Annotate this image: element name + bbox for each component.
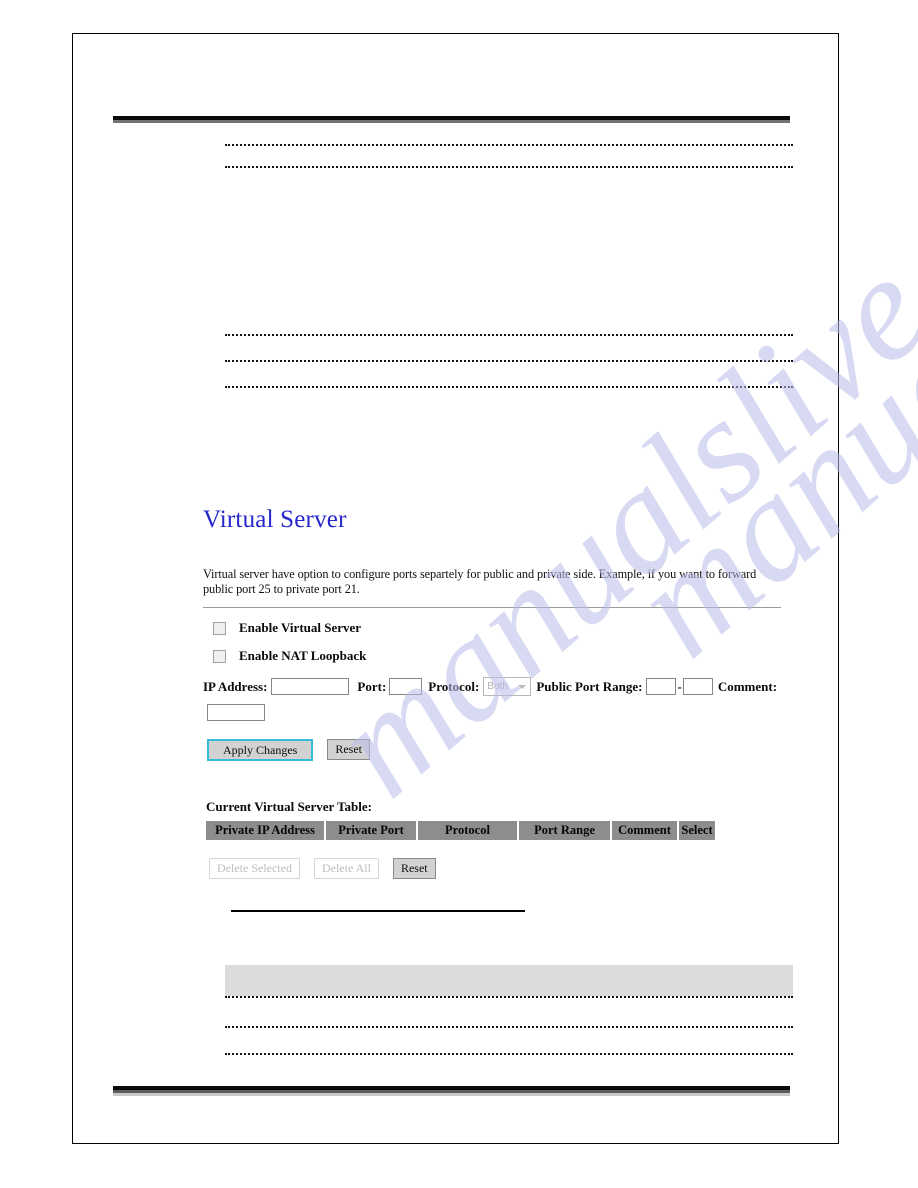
delete-selected-button[interactable]: Delete Selected: [209, 857, 300, 879]
table-button-row: Delete Selected Delete All Reset: [209, 857, 793, 879]
dotted-separator: [225, 996, 793, 998]
virtual-server-form-row: IP Address: Port: Protocol: Both Public …: [203, 677, 778, 721]
dotted-separator: [225, 386, 793, 388]
protocol-selected-value: Both: [487, 681, 508, 692]
dotted-separator: [225, 360, 793, 362]
virtual-server-panel: Virtual Server Virtual server have optio…: [203, 505, 793, 879]
dotted-separator: [225, 166, 793, 168]
form-button-row: Apply Changes Reset: [207, 738, 793, 761]
checkbox-enable-nat-loopback[interactable]: [213, 649, 226, 663]
port-label: Port:: [357, 678, 387, 694]
table-reset-button[interactable]: Reset: [392, 857, 436, 879]
page-title: Virtual Server: [203, 506, 347, 533]
ip-address-label: IP Address:: [203, 678, 268, 694]
column-header-comment: Comment: [612, 820, 677, 840]
column-header-private-ip-address: Private IP Address: [206, 820, 324, 840]
enable-virtual-server-row[interactable]: Enable Virtual Server: [203, 620, 793, 636]
gray-content-band: [225, 965, 793, 996]
delete-all-button[interactable]: Delete All: [313, 857, 379, 879]
dotted-separator: [225, 1026, 793, 1028]
column-header-select: Select: [679, 820, 715, 840]
enable-nat-loopback-row[interactable]: Enable NAT Loopback: [203, 648, 793, 664]
port-input[interactable]: [389, 678, 423, 695]
column-header-protocol: Protocol: [418, 820, 517, 840]
checkbox-label-enable-nat-loopback: Enable NAT Loopback: [239, 648, 367, 663]
reset-button[interactable]: Reset: [327, 739, 370, 760]
footer-rule-light: [113, 1093, 790, 1096]
chevron-down-icon: [518, 685, 527, 689]
checkbox-label-enable-virtual-server: Enable Virtual Server: [239, 620, 362, 635]
checkbox-enable-virtual-server[interactable]: [213, 621, 226, 635]
header-rule-gray: [113, 120, 790, 123]
protocol-label: Protocol:: [428, 678, 480, 694]
apply-changes-button[interactable]: Apply Changes: [207, 738, 314, 761]
ip-address-input[interactable]: [271, 678, 350, 695]
protocol-select[interactable]: Both: [483, 677, 532, 696]
public-port-range-start-input[interactable]: [646, 678, 677, 695]
table-caption: Current Virtual Server Table:: [206, 798, 372, 814]
virtual-server-table-header: Private IP Address Private Port Protocol…: [206, 820, 793, 840]
dotted-separator: [225, 334, 793, 336]
public-port-range-label: Public Port Range:: [536, 678, 643, 694]
divider: [203, 607, 781, 608]
comment-label: Comment:: [717, 678, 778, 694]
page-description: Virtual server have option to configure …: [203, 567, 757, 596]
section-rule: [231, 910, 525, 912]
comment-field-wrapper: [207, 702, 778, 721]
column-header-port-range: Port Range: [519, 820, 610, 840]
public-port-range-end-input[interactable]: [682, 678, 713, 695]
dotted-separator: [225, 144, 793, 146]
comment-input[interactable]: [207, 703, 265, 721]
dotted-separator: [225, 1053, 793, 1055]
column-header-private-port: Private Port: [326, 820, 416, 840]
